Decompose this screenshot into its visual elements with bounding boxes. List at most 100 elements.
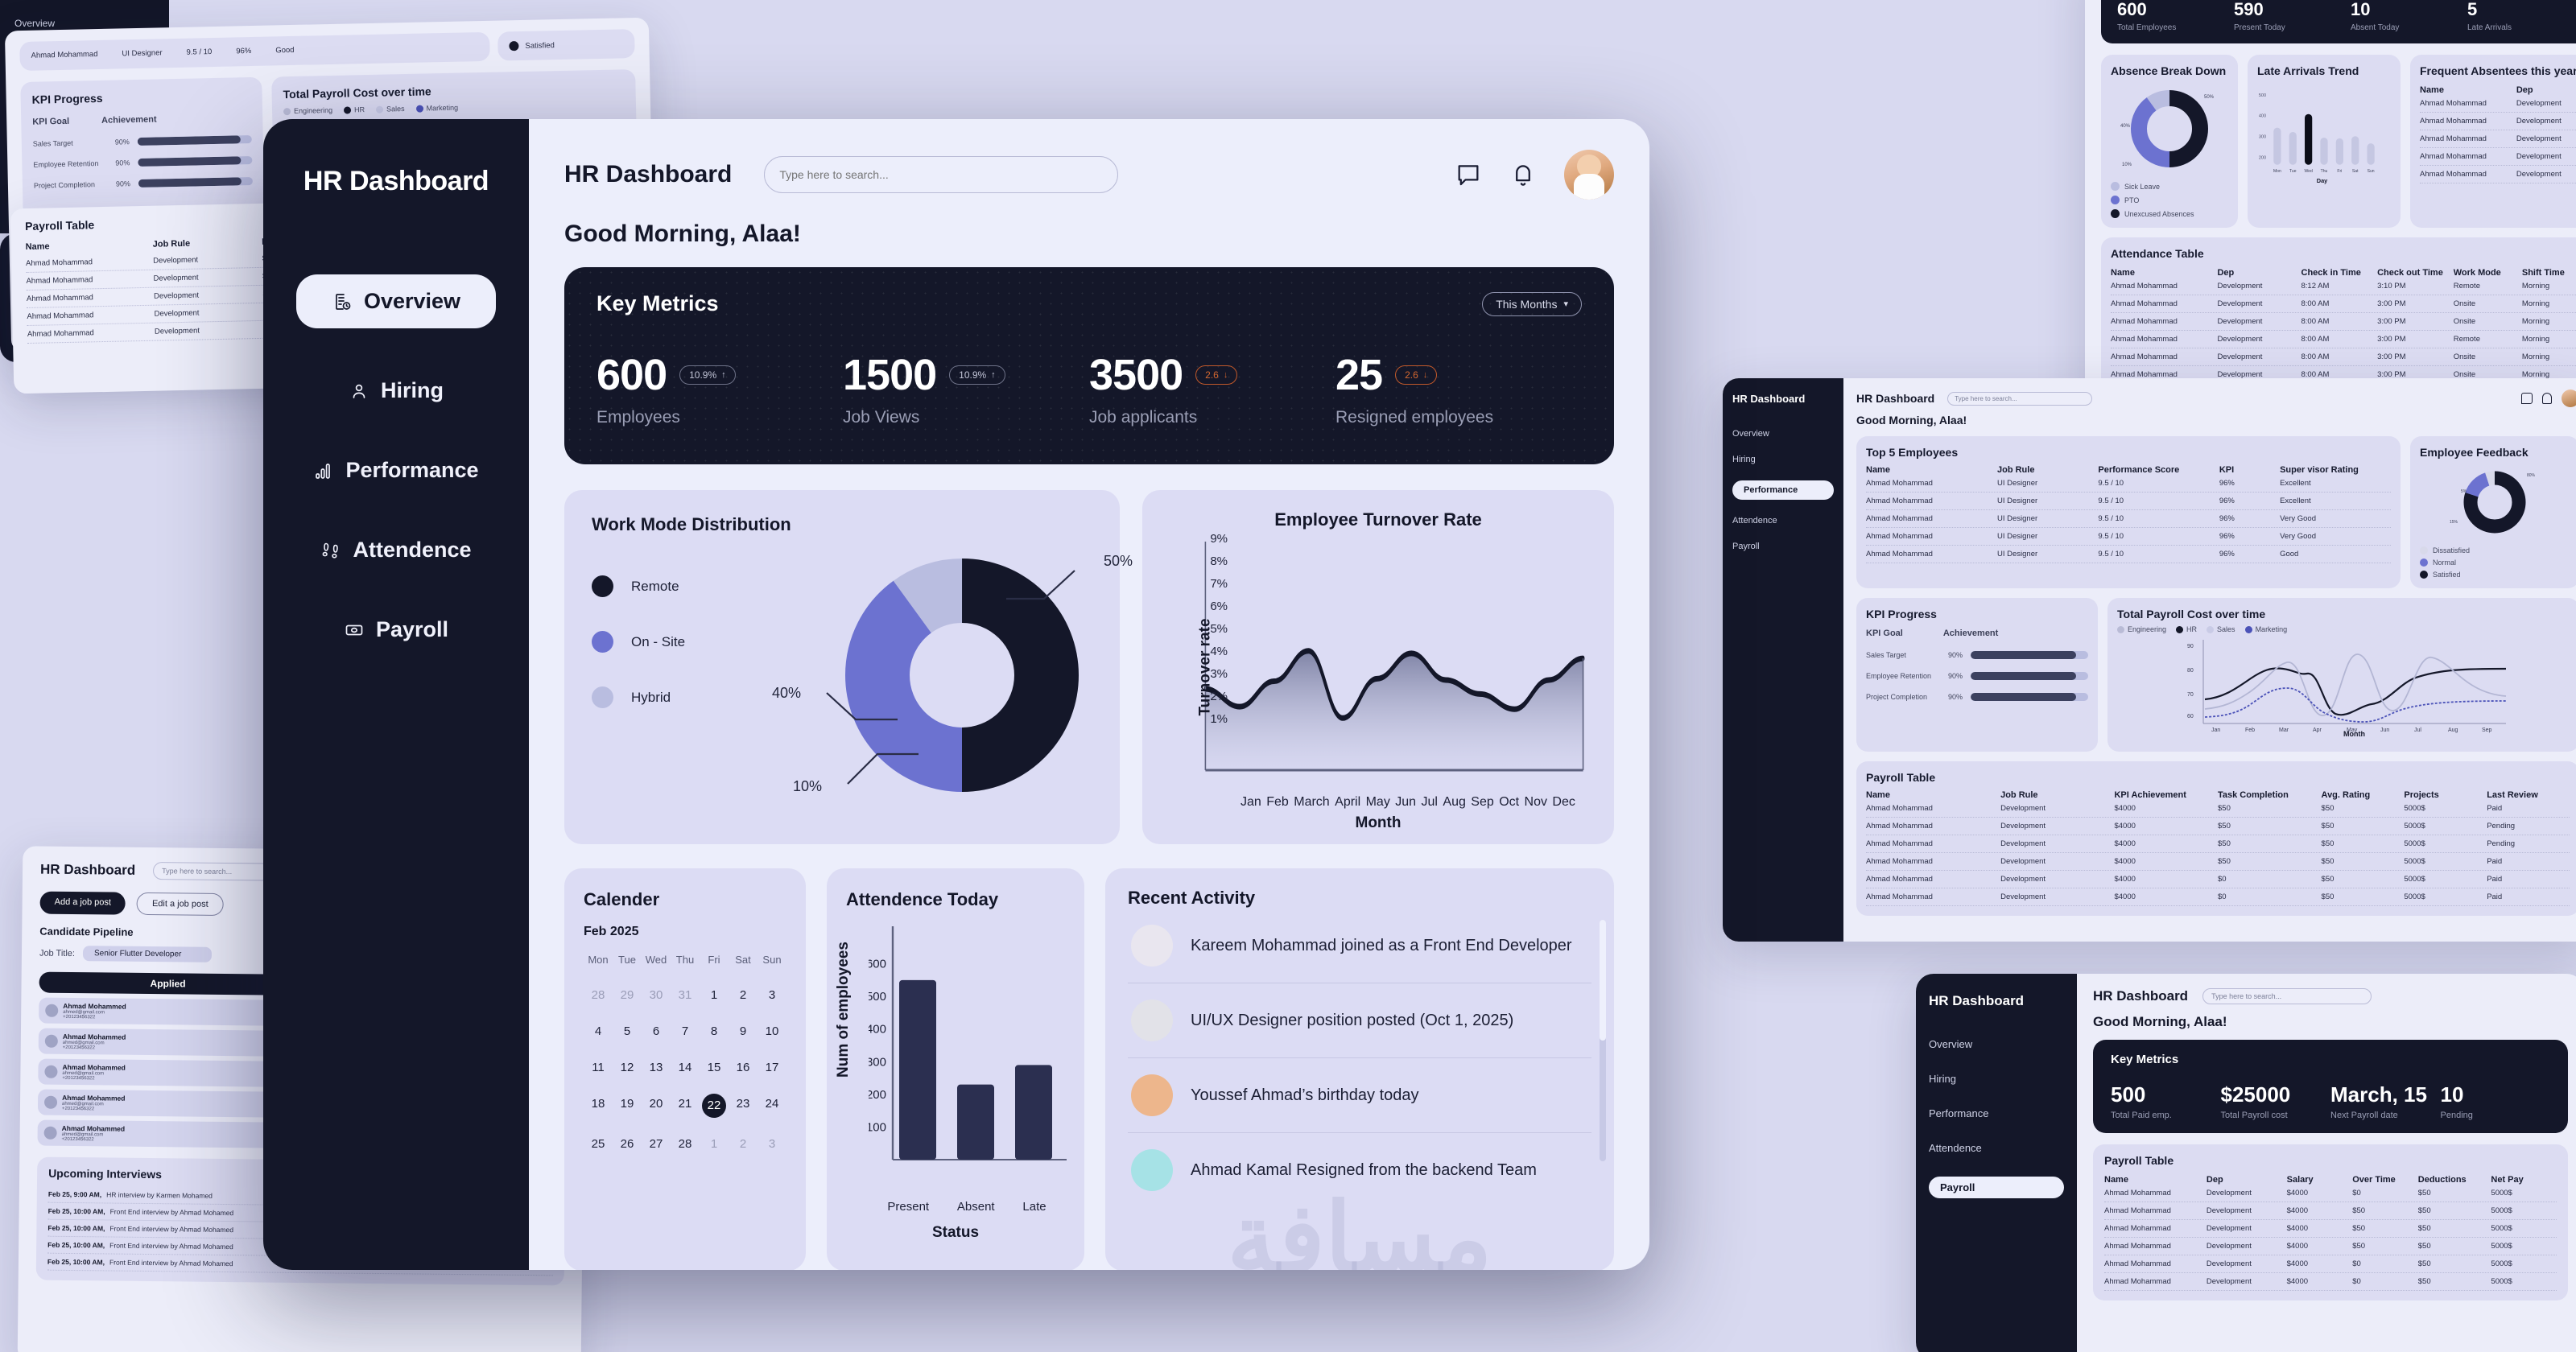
calendar-day[interactable]: 25 — [584, 1137, 613, 1151]
bg-progress-fill — [138, 177, 242, 188]
bg-nav-item-hiring[interactable]: Hiring — [1929, 1073, 2064, 1085]
calendar-day[interactable]: 1 — [700, 1137, 729, 1151]
calendar-day[interactable]: 22 — [702, 1094, 726, 1118]
calendar-day[interactable]: 17 — [758, 1061, 786, 1074]
bg-nav-item-attendence[interactable]: Attendence — [1929, 1142, 2064, 1154]
bg-cell: 3:00 PM — [2377, 317, 2406, 326]
bg-stat-value: March, 15 — [2330, 1082, 2427, 1107]
calendar-day[interactable]: 5 — [613, 1024, 642, 1038]
calendar-day[interactable]: 15 — [700, 1061, 729, 1074]
bg-late-bar — [2320, 138, 2328, 165]
bg-nav-item-overview[interactable]: Overview — [1929, 1038, 2064, 1050]
calendar-day[interactable]: 27 — [642, 1137, 671, 1151]
calendar-day[interactable]: 14 — [671, 1061, 700, 1074]
sidebar-item-attendence[interactable]: Attendence — [312, 533, 479, 567]
bg-cell: Development — [2206, 1277, 2252, 1286]
calendar-day[interactable]: 2 — [729, 988, 758, 1002]
calendar-day[interactable]: 10 — [758, 1024, 786, 1038]
bg-progress-track — [1971, 651, 2088, 659]
bg-feedback-title: Employee Feedback — [2420, 446, 2529, 459]
bg-payroll-window: HR Dashboard Overview Hiring Performance At… — [1916, 974, 2576, 1352]
calendar-day[interactable]: 29 — [613, 988, 642, 1002]
calendar-day[interactable]: 8 — [700, 1024, 729, 1038]
calendar-dow: Sun — [762, 954, 782, 966]
list-item[interactable]: UI/UX Designer position posted (Oct 1, 2… — [1128, 983, 1591, 1058]
bg-nav-item-overview[interactable]: Overview — [14, 18, 155, 29]
calendar-day[interactable]: 9 — [729, 1024, 758, 1038]
topbar: HR Dashboard — [564, 150, 1614, 200]
bg-stat-cell: 5 Late Arrivals — [2467, 0, 2576, 32]
calendar-day[interactable]: 19 — [613, 1097, 642, 1115]
calendar-day[interactable]: 2 — [729, 1137, 758, 1151]
calendar-day[interactable]: 6 — [642, 1024, 671, 1038]
search-input[interactable] — [779, 168, 1104, 181]
calendar-day[interactable]: 7 — [671, 1024, 700, 1038]
bg-stat-cell: 500 Total Paid emp. — [2111, 1082, 2221, 1120]
bg-cell: $50 — [2321, 892, 2334, 901]
bg-interview-when: Feb 25, 10:00 AM, — [47, 1223, 105, 1233]
calendar-day[interactable]: 11 — [584, 1061, 613, 1074]
bg-nav-item-overview[interactable]: Overview — [1732, 429, 1834, 439]
calendar-day[interactable]: 13 — [642, 1061, 671, 1074]
bell-icon[interactable] — [1509, 161, 1537, 188]
sidebar-item-payroll[interactable]: Payroll — [336, 612, 456, 647]
calendar-day[interactable]: 18 — [584, 1097, 613, 1115]
bg-nav-item-hiring[interactable]: Hiring — [1732, 455, 1834, 464]
calendar-day[interactable]: 28 — [671, 1137, 700, 1151]
period-select[interactable]: This Months ▾ — [1482, 291, 1582, 316]
calendar-day[interactable]: 30 — [642, 988, 671, 1002]
bg-add-job-button: Add a job post — [39, 891, 126, 915]
avatar[interactable] — [1564, 150, 1614, 200]
list-item[interactable]: Kareem Mohammad joined as a Front End De… — [1128, 909, 1591, 983]
bg-col: Dep — [2516, 85, 2533, 95]
calendar-day[interactable]: 20 — [642, 1097, 671, 1115]
bg-cell: Excellent — [2280, 497, 2311, 505]
chat-icon[interactable] — [1455, 161, 1482, 188]
list-item[interactable]: Youssef Ahmad’s birthday today — [1128, 1058, 1591, 1133]
bg-nav-item-payroll[interactable]: Payroll — [1732, 542, 1834, 551]
bg-candidate-info: Ahmad Mohammedahmed@gmail.com+2012345632… — [62, 1124, 126, 1143]
svg-text:300: 300 — [2259, 135, 2266, 140]
turnover-xtick: Jun — [1395, 795, 1417, 809]
calendar-day[interactable]: 12 — [613, 1061, 642, 1074]
bg-cell: Paid — [2487, 857, 2503, 866]
bg-table-row: Ahmad Mohammad Development $4000 $0 $50 5000$ — [2104, 1185, 2557, 1202]
bg-legend-item: Sales — [2207, 625, 2235, 633]
bg-col: Projects — [2404, 790, 2439, 800]
bg-cell: 5000$ — [2404, 892, 2425, 901]
calendar-day[interactable]: 3 — [758, 1137, 786, 1151]
bg-nav-item-performance[interactable]: Performance — [1929, 1107, 2064, 1119]
calendar-day[interactable]: 24 — [758, 1097, 786, 1115]
calendar-day[interactable]: 28 — [584, 988, 613, 1002]
calendar-day[interactable]: 26 — [613, 1137, 642, 1151]
calendar-day[interactable]: 16 — [729, 1061, 758, 1074]
bg-late-bar — [2351, 136, 2359, 165]
bg-cell: Paid — [2487, 804, 2503, 813]
bg-nav-item-payroll[interactable]: Payroll — [1929, 1177, 2064, 1198]
scrollbar[interactable] — [1600, 920, 1606, 1161]
legend-dot — [2111, 182, 2120, 191]
bg-nav-item-performance[interactable]: Performance — [1732, 480, 1834, 500]
bg-cell: $4000 — [2286, 1206, 2309, 1215]
bg-cell: Ahmad Mohammad — [2104, 1277, 2171, 1286]
sidebar-item-overview[interactable]: Overview — [295, 274, 497, 328]
turnover-xtick: Dec — [1552, 795, 1575, 809]
legend-dot — [592, 686, 613, 708]
calendar-day[interactable]: 23 — [729, 1097, 758, 1115]
calendar-day[interactable]: 1 — [700, 988, 729, 1002]
sidebar-item-hiring[interactable]: Hiring — [341, 373, 452, 408]
sidebar-item-performance[interactable]: Performance — [305, 453, 486, 488]
bg-cell: 5000$ — [2404, 804, 2425, 813]
calendar-day[interactable]: 21 — [671, 1097, 700, 1115]
bg-stat-label: Next Payroll date — [2330, 1111, 2398, 1120]
search-box[interactable] — [764, 156, 1119, 193]
bg-nav-item-attendence[interactable]: Attendence — [1732, 516, 1834, 526]
bg-cell: Development — [2000, 804, 2046, 813]
svg-text:15%: 15% — [2450, 520, 2458, 525]
list-item[interactable]: Ahmad Kamal Resigned from the backend Te… — [1128, 1133, 1591, 1207]
turnover-xtick: Jan — [1241, 795, 1261, 809]
calendar-day[interactable]: 3 — [758, 988, 786, 1002]
bg-cell: 96% — [2219, 532, 2235, 541]
calendar-day[interactable]: 4 — [584, 1024, 613, 1038]
calendar-day[interactable]: 31 — [671, 988, 700, 1002]
